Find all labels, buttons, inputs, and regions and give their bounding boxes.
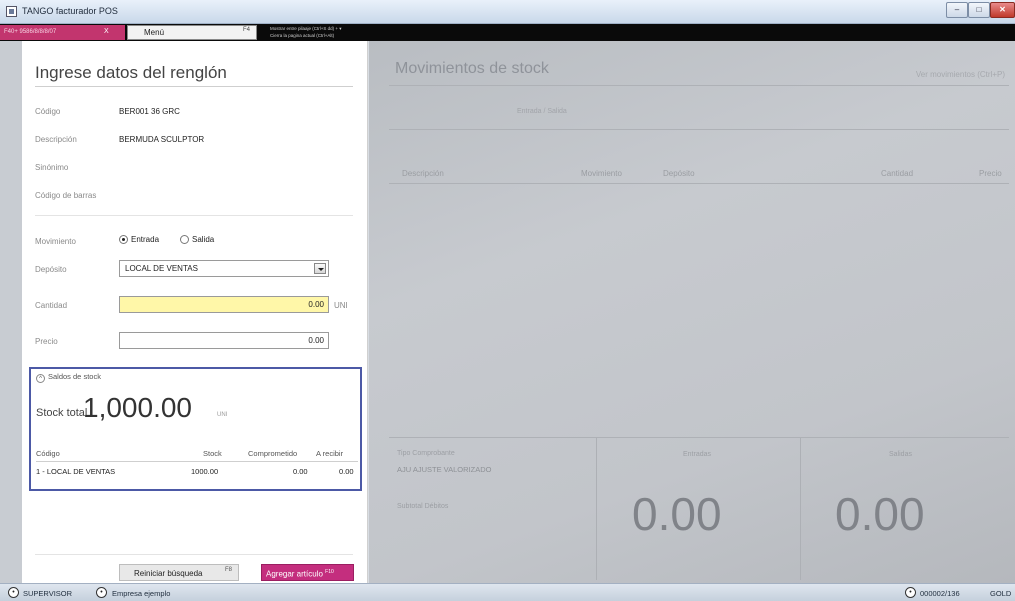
company-icon: • bbox=[96, 587, 107, 598]
tipo-label: Tipo Comprobante bbox=[397, 450, 455, 457]
column-header-descripcion: Descripción bbox=[402, 169, 444, 178]
stock-summary-box: ^ Saldos de stock Stock total 1,000.00 UN… bbox=[29, 367, 362, 491]
column-header-precio: Precio bbox=[979, 169, 1002, 178]
menu-shortcut: F4 bbox=[242, 27, 250, 33]
table-cell-stock: 1000.00 bbox=[191, 467, 219, 476]
column-header-deposito: Depósito bbox=[663, 169, 695, 178]
column-header-movimiento: Movimiento bbox=[581, 169, 622, 178]
radio-unselected-icon bbox=[180, 235, 189, 244]
codigo-barras-label: Código de barras bbox=[35, 191, 97, 200]
entradas-label: Entradas bbox=[683, 451, 712, 458]
window-title: TANGO facturador POS bbox=[22, 6, 118, 16]
column-header-comprometido: Comprometido bbox=[248, 449, 298, 458]
tipo-value: AJU AJUSTE VALORIZADO bbox=[397, 465, 492, 474]
deposito-label: Depósito bbox=[35, 265, 67, 274]
left-gutter bbox=[0, 41, 22, 583]
salidas-value: 0.00 bbox=[835, 488, 925, 540]
top-toolbar: F40+ 9586/8/8/8/07 X Menú F4 Mostrar ent… bbox=[0, 24, 1015, 41]
descripcion-value: BERMUDA SCULPTOR bbox=[119, 135, 205, 144]
precio-input[interactable]: 0.00 bbox=[119, 332, 329, 349]
status-extra: GOLD bbox=[990, 589, 1012, 598]
column-header-codigo: Código bbox=[36, 449, 60, 458]
status-bar: • SUPERVISOR • Empresa ejemplo • 000002/… bbox=[0, 583, 1015, 601]
salidas-label: Salidas bbox=[889, 451, 912, 458]
divider bbox=[389, 183, 1009, 184]
add-shortcut: F10 bbox=[325, 569, 334, 575]
entradas-value: 0.00 bbox=[632, 488, 722, 540]
movimiento-label: Movimiento bbox=[35, 237, 76, 246]
divider bbox=[35, 215, 353, 216]
status-document: 000002/136 bbox=[920, 589, 960, 598]
reset-search-button[interactable]: Reiniciar búsqueda F8 bbox=[119, 564, 239, 581]
table-divider bbox=[36, 461, 358, 462]
stock-toggle[interactable]: ^ Saldos de stock bbox=[36, 372, 101, 383]
column-header-a-recibir: A recibir bbox=[316, 449, 344, 458]
menu-input[interactable]: Menú F4 bbox=[127, 25, 257, 40]
radio-selected-icon bbox=[119, 235, 128, 244]
status-user: SUPERVISOR bbox=[23, 589, 73, 598]
table-cell-a-recibir: 0.00 bbox=[339, 467, 354, 476]
cantidad-label: Cantidad bbox=[35, 301, 68, 310]
item-form-panel: Ingrese datos del renglón Código BER001 … bbox=[22, 41, 368, 583]
stock-total-value: 1,000.00 bbox=[83, 392, 192, 423]
divider bbox=[389, 129, 1009, 130]
user-icon: • bbox=[8, 587, 19, 598]
codigo-value: BER001 36 GRC bbox=[119, 107, 180, 116]
maximize-button[interactable]: □ bbox=[968, 2, 990, 18]
codigo-label: Código bbox=[35, 107, 61, 116]
stock-total-label: Stock total bbox=[36, 407, 88, 419]
footer-divider bbox=[35, 554, 353, 555]
app-icon bbox=[6, 6, 17, 17]
table-cell-codigo: 1 - LOCAL DE VENTAS bbox=[36, 467, 116, 476]
minimize-button[interactable]: – bbox=[946, 2, 968, 18]
sinonimo-label: Sinónimo bbox=[35, 163, 69, 172]
stock-total-unit: UNI bbox=[217, 412, 228, 418]
barcode-input[interactable]: F40+ 9586/8/8/8/07 X bbox=[0, 25, 125, 40]
toolbar-hints: Mostrar entre pilaaje (Ctrl+S dd) + ▾ Ci… bbox=[270, 26, 342, 38]
movements-hint: Ver movimientos (Ctrl+P) bbox=[915, 70, 1005, 79]
chevron-down-icon[interactable] bbox=[314, 263, 326, 274]
close-button[interactable]: ✕ bbox=[990, 2, 1015, 18]
form-title: Ingrese datos del renglón bbox=[35, 63, 353, 87]
add-article-button[interactable]: Agregar artículo F10 bbox=[261, 564, 354, 581]
chevron-up-icon: ^ bbox=[36, 374, 45, 383]
clear-icon[interactable]: X bbox=[104, 28, 109, 35]
column-header-stock: Stock bbox=[203, 449, 222, 458]
movements-title: Movimientos de stock bbox=[395, 60, 549, 77]
deposito-select[interactable]: LOCAL DE VENTAS bbox=[119, 260, 329, 277]
movements-panel: Movimientos de stock Ver movimientos (Ct… bbox=[369, 41, 1015, 583]
salida-radio[interactable]: Salida bbox=[180, 235, 214, 244]
precio-label: Precio bbox=[35, 337, 58, 346]
descripcion-label: Descripción bbox=[35, 135, 77, 144]
divider bbox=[389, 85, 1009, 86]
subtotal-label: Subtotal Débitos bbox=[397, 503, 449, 510]
cantidad-input[interactable]: 0.00 bbox=[119, 296, 329, 313]
status-company: Empresa ejemplo bbox=[112, 589, 171, 598]
document-icon: • bbox=[905, 587, 916, 598]
table-cell-comprometido: 0.00 bbox=[293, 467, 308, 476]
title-bar: TANGO facturador POS – □ ✕ bbox=[0, 0, 1015, 24]
cantidad-unit: UNI bbox=[334, 301, 348, 310]
reset-shortcut: F8 bbox=[224, 567, 232, 573]
column-header-cantidad: Cantidad bbox=[881, 169, 914, 178]
entrada-radio[interactable]: Entrada bbox=[119, 235, 159, 244]
movements-subtitle: Entrada / Salida bbox=[517, 108, 567, 115]
